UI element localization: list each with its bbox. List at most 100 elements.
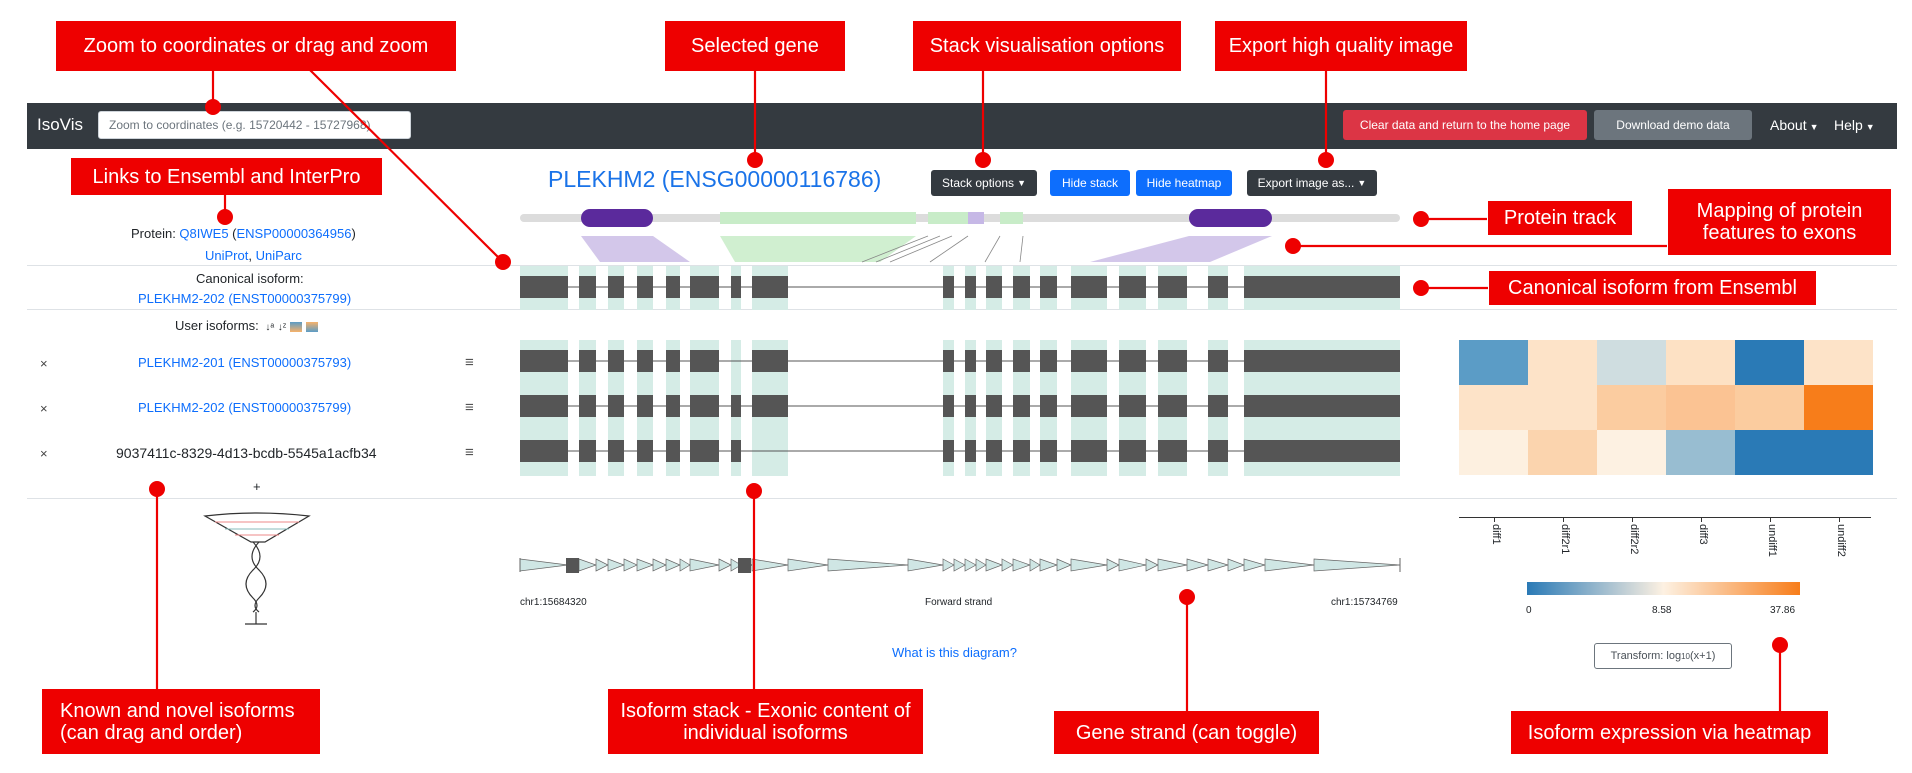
callout-canonical: Canonical isoform from Ensembl — [1489, 271, 1816, 305]
callout-isoform-stack: Isoform stack - Exonic content of indivi… — [608, 689, 923, 754]
heatmap-cell[interactable] — [1735, 385, 1804, 430]
exon-block — [1040, 440, 1057, 462]
exon-block — [579, 350, 596, 372]
strand-arrow — [985, 558, 1003, 572]
heatmap-cell[interactable] — [1804, 430, 1873, 475]
strand-direction-label[interactable]: Forward strand — [925, 597, 992, 608]
exon-block — [752, 350, 788, 372]
exon-block — [1119, 440, 1146, 462]
strand-end-coordinate: chr1:15734769 — [1331, 597, 1398, 608]
exon-block — [986, 395, 1002, 417]
exon-block — [1119, 350, 1146, 372]
heatmap-cell[interactable] — [1666, 385, 1735, 430]
strand-arrow — [827, 558, 909, 572]
strand-arrow — [578, 558, 598, 572]
heatmap-cell[interactable] — [1666, 430, 1735, 475]
scale-min-label: 0 — [1526, 605, 1532, 616]
strand-arrow — [787, 558, 829, 572]
strand-coding-block — [566, 558, 579, 573]
heatmap-cell[interactable] — [1735, 430, 1804, 475]
exon-block — [731, 440, 741, 462]
strand-arrow — [1207, 558, 1230, 572]
strand-arrow — [718, 558, 732, 572]
protein-feature-green — [720, 212, 916, 224]
exon-block — [1119, 276, 1146, 298]
color-scale-bar — [1527, 582, 1800, 595]
heatmap-cell[interactable] — [1666, 340, 1735, 385]
heatmap-cell[interactable] — [1459, 385, 1528, 430]
heatmap-cell[interactable] — [1804, 385, 1873, 430]
exon-block — [1244, 440, 1400, 462]
exon-block — [1013, 395, 1030, 417]
exon-block — [608, 440, 624, 462]
transform-prefix: Transform: log — [1610, 650, 1682, 662]
callout-heatmap: Isoform expression via heatmap — [1511, 711, 1828, 754]
protein-feature-green — [1000, 212, 1023, 224]
strand-arrow — [751, 558, 789, 572]
transform-button[interactable]: Transform: log 10 (x+1) — [1594, 643, 1732, 669]
exon-block — [965, 440, 976, 462]
exon-block — [1013, 350, 1030, 372]
exon-block — [1071, 395, 1107, 417]
heatmap-cell[interactable] — [1735, 340, 1804, 385]
heatmap-cell[interactable] — [1597, 430, 1666, 475]
strand-coding-block — [738, 558, 751, 573]
exon-block — [637, 395, 653, 417]
protein-feature-green — [928, 212, 968, 224]
heatmap-column-tick — [1631, 517, 1633, 522]
exon-block — [1158, 440, 1187, 462]
exon-block — [579, 395, 596, 417]
heatmap-cell[interactable] — [1528, 385, 1597, 430]
strand-arrow — [964, 558, 977, 572]
exon-block — [986, 276, 1002, 298]
strand-arrow — [607, 558, 625, 572]
callout-links: Links to Ensembl and InterPro — [71, 158, 382, 195]
heatmap-column-tick — [1769, 517, 1771, 522]
strand-arrow — [1106, 558, 1120, 572]
heatmap-column-label: diff2r1 — [1558, 524, 1571, 555]
callout-export: Export high quality image — [1215, 21, 1467, 71]
exon-block — [1040, 350, 1057, 372]
heatmap-cell[interactable] — [1528, 340, 1597, 385]
callout-marker — [205, 99, 221, 115]
strand-arrow — [636, 558, 654, 572]
exon-block — [986, 440, 1002, 462]
protein-domain — [1189, 209, 1272, 227]
heatmap-column-label: undiff1 — [1765, 524, 1778, 557]
exon-block — [1040, 395, 1057, 417]
strand-arrow — [1145, 558, 1159, 572]
callout-zoom: Zoom to coordinates or drag and zoom — [56, 21, 456, 71]
heatmap-column-tick — [1838, 517, 1840, 522]
exon-block — [520, 276, 568, 298]
exon-block — [965, 350, 976, 372]
heatmap-cell[interactable] — [1597, 340, 1666, 385]
strand-arrow — [1243, 558, 1267, 572]
diagram-help-link[interactable]: What is this diagram? — [892, 645, 1017, 660]
exon-block — [608, 395, 624, 417]
callout-marker — [1285, 238, 1301, 254]
callout-marker — [1413, 211, 1429, 227]
exon-block — [965, 276, 976, 298]
callout-marker — [1318, 152, 1334, 168]
heatmap-cell[interactable] — [1804, 340, 1873, 385]
heatmap-cell[interactable] — [1597, 385, 1666, 430]
callout-marker — [495, 254, 511, 270]
callout-marker — [217, 209, 233, 225]
exon-block — [579, 276, 596, 298]
heatmap-cell[interactable] — [1459, 340, 1528, 385]
feature-exon-mapping-line — [984, 235, 1001, 263]
callout-selected-gene: Selected gene — [665, 21, 845, 71]
strand-arrow — [1313, 558, 1401, 572]
strand-arrow — [942, 558, 955, 572]
strand-arrow — [1001, 558, 1014, 572]
scale-max-label: 37.86 — [1770, 605, 1796, 616]
exon-block — [690, 276, 719, 298]
callout-marker — [1413, 280, 1429, 296]
exon-block — [520, 350, 568, 372]
heatmap-cell[interactable] — [1459, 430, 1528, 475]
exon-block — [1158, 276, 1187, 298]
exon-block — [690, 350, 719, 372]
exon-block — [1244, 395, 1400, 417]
heatmap-cell[interactable] — [1528, 430, 1597, 475]
heatmap-x-axis — [1459, 517, 1871, 518]
